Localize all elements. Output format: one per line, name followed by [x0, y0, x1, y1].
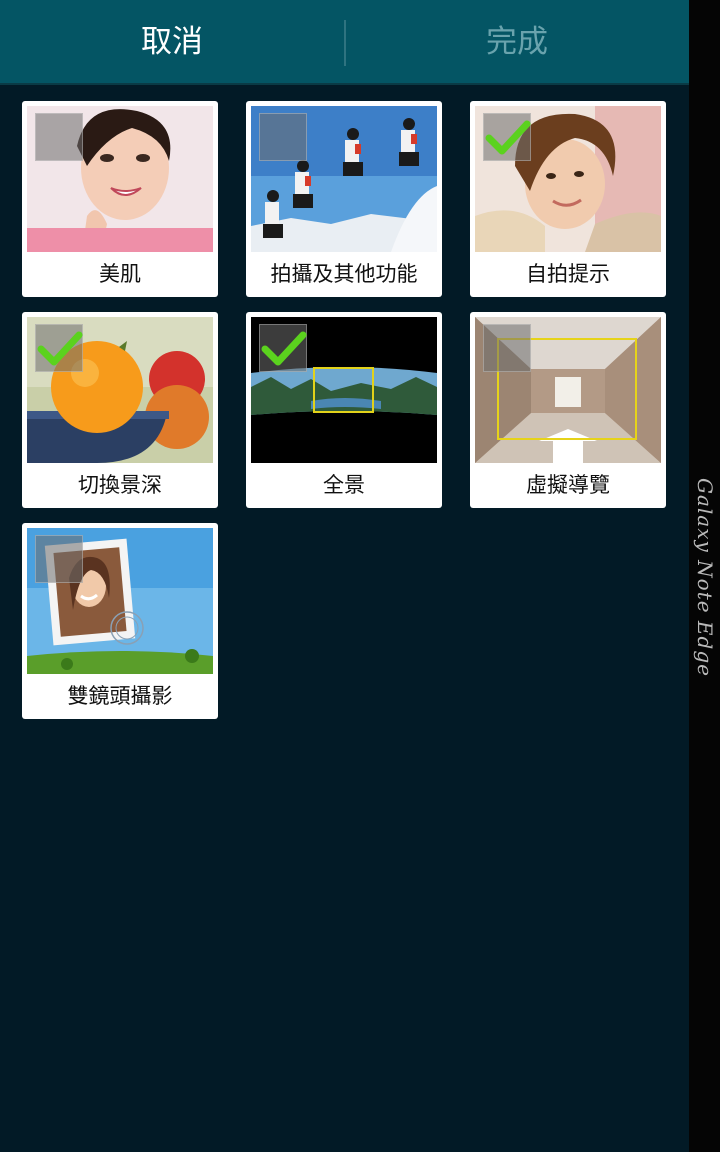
dual-camera-checkbox[interactable]	[35, 535, 83, 583]
shot-and-more-checkbox[interactable]	[259, 113, 307, 161]
panorama-label: 全景	[323, 473, 365, 497]
checkmark-icon	[37, 331, 83, 366]
device-edge-panel: Galaxy Note Edge	[689, 0, 720, 1152]
mode-card-panorama[interactable]: 全景	[246, 312, 442, 508]
beauty-face-checkbox[interactable]	[35, 113, 83, 161]
selective-focus-label: 切換景深	[78, 473, 162, 497]
mode-card-selfie-guide[interactable]: 自拍提示	[470, 101, 666, 297]
selfie-guide-label: 自拍提示	[526, 262, 610, 286]
shot-and-more-label: 拍攝及其他功能	[270, 262, 418, 286]
selfie-guide-checkbox[interactable]	[483, 113, 531, 161]
done-button[interactable]: 完成	[345, 0, 689, 85]
cancel-button[interactable]: 取消	[0, 0, 344, 85]
checkmark-icon	[485, 120, 531, 155]
virtual-tour-label: 虛擬導覽	[526, 473, 610, 497]
mode-card-shot-and-more[interactable]: 拍攝及其他功能	[246, 101, 442, 297]
mode-card-beauty-face[interactable]: 美肌	[22, 101, 218, 297]
dual-camera-label: 雙鏡頭攝影	[67, 684, 173, 708]
beauty-face-label: 美肌	[99, 262, 141, 286]
camera-mode-screen: 取消 完成 美肌 拍攝及其他功能 自拍提示 切換景深 全景 虛擬導覽 雙鏡頭攝影	[0, 0, 689, 1152]
device-edge-label: Galaxy Note Edge	[693, 478, 717, 677]
panorama-checkbox[interactable]	[259, 324, 307, 372]
selective-focus-checkbox[interactable]	[35, 324, 83, 372]
mode-card-selective-focus[interactable]: 切換景深	[22, 312, 218, 508]
mode-card-virtual-tour[interactable]: 虛擬導覽	[470, 312, 666, 508]
mode-card-dual-camera[interactable]: 雙鏡頭攝影	[22, 523, 218, 719]
action-bar: 取消 完成	[0, 0, 689, 85]
virtual-tour-checkbox[interactable]	[483, 324, 531, 372]
checkmark-icon	[261, 331, 307, 366]
